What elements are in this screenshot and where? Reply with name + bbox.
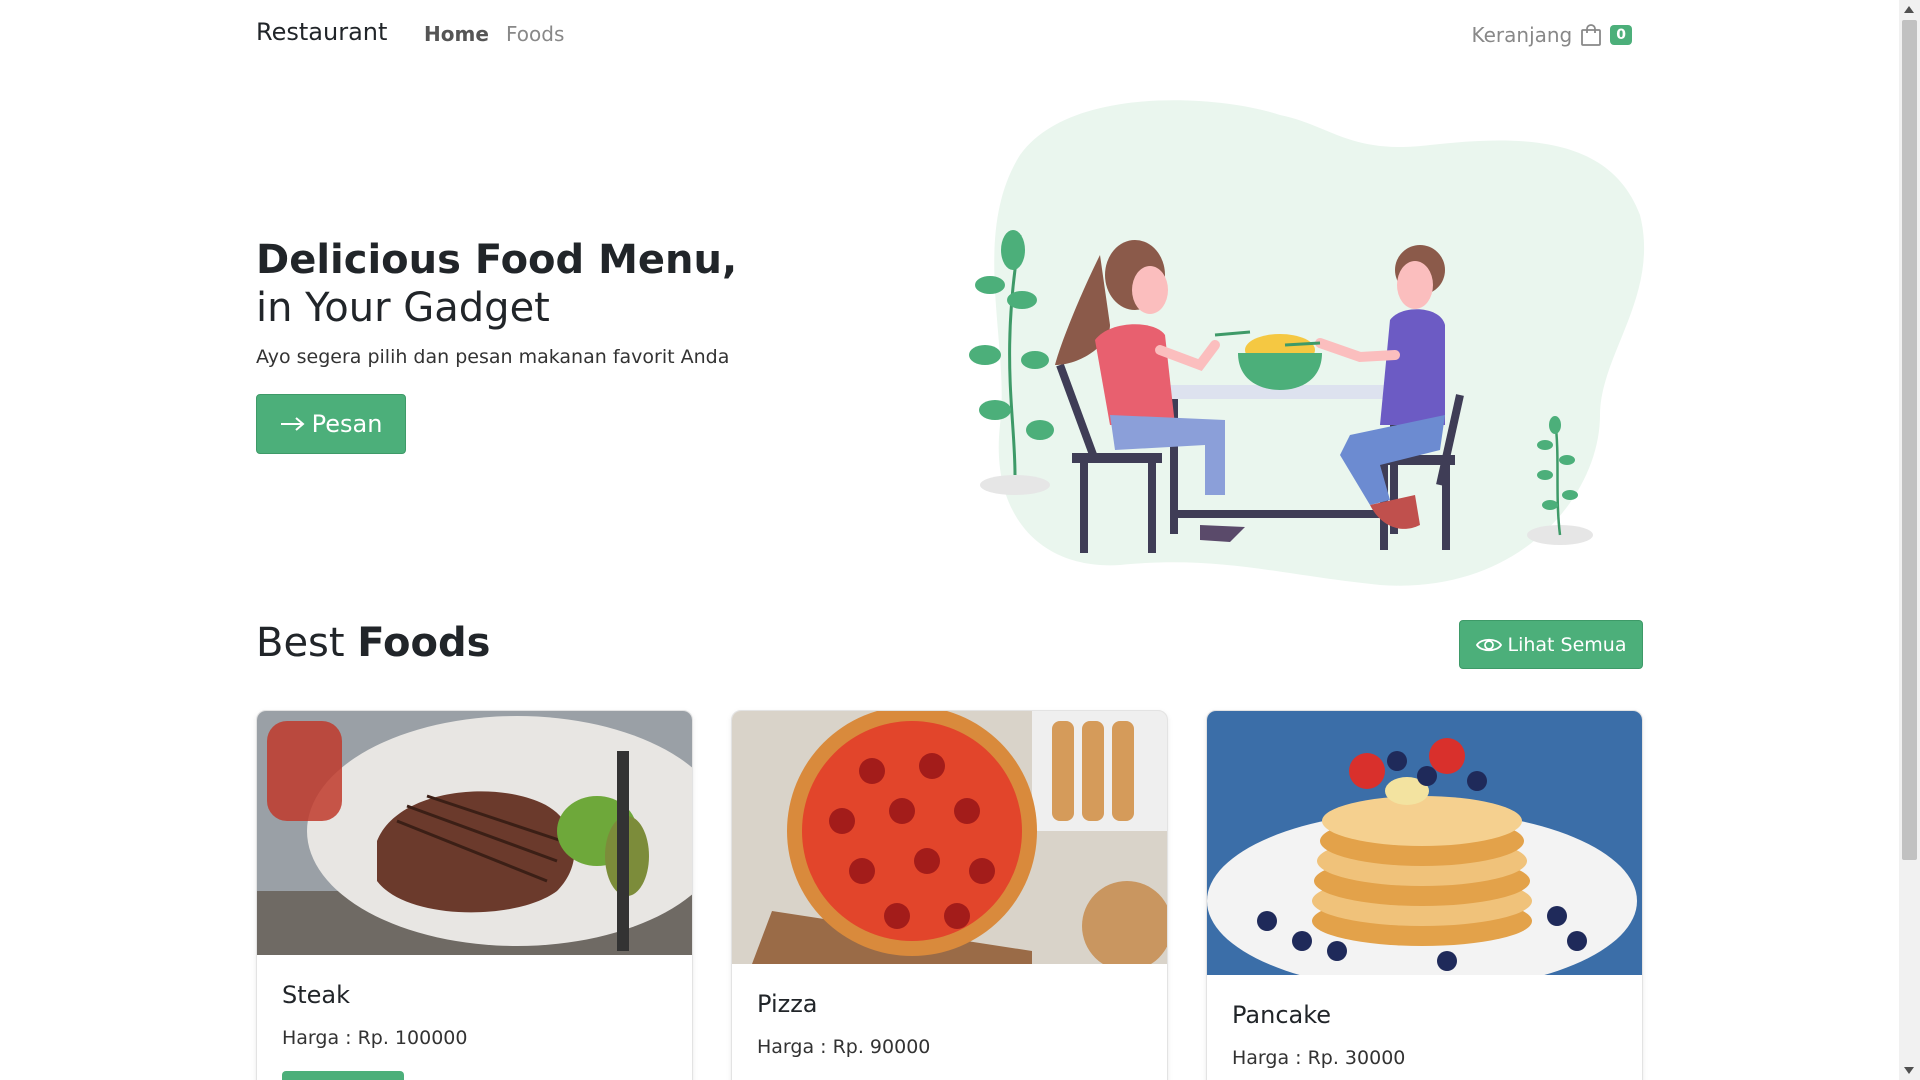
hero-subtitle: in Your Gadget: [256, 285, 550, 331]
hero-title: Delicious Food Menu,: [256, 237, 738, 283]
hero-text: Ayo segera pilih dan pesan makanan favor…: [256, 346, 730, 368]
vertical-scrollbar[interactable]: [1899, 0, 1920, 1080]
food-card-button[interactable]: [282, 1071, 404, 1080]
best-foods-heading: Best Foods: [256, 620, 490, 666]
brand-logo[interactable]: Restaurant: [256, 18, 387, 46]
steak-image: [257, 711, 692, 955]
cart-label: Keranjang: [1471, 23, 1573, 47]
pizza-image: [732, 711, 1167, 964]
navbar: Restaurant Home Foods Keranjang 0: [256, 18, 1644, 52]
best-foods-heading-bold: Foods: [357, 620, 491, 666]
scroll-down-arrow-icon[interactable]: [1904, 1067, 1914, 1074]
food-name: Pizza: [757, 990, 818, 1018]
nav-link-home[interactable]: Home: [424, 22, 489, 46]
food-card-pizza[interactable]: Pizza Harga : Rp. 90000: [731, 710, 1168, 1080]
best-foods-heading-light: Best: [256, 620, 345, 666]
food-price: Harga : Rp. 100000: [282, 1027, 468, 1049]
cart-link[interactable]: Keranjang 0: [1471, 18, 1632, 52]
food-name: Pancake: [1232, 1001, 1332, 1029]
scrollbar-thumb[interactable]: [1902, 20, 1917, 860]
food-card-steak[interactable]: Steak Harga : Rp. 100000: [256, 710, 693, 1080]
view-all-label: Lihat Semua: [1507, 633, 1627, 656]
shopping-bag-icon: [1581, 24, 1602, 46]
food-card-pancake[interactable]: Pancake Harga : Rp. 30000: [1206, 710, 1643, 1080]
eye-icon: [1475, 638, 1502, 651]
dining-couple-illustration: [969, 100, 1645, 586]
food-price: Harga : Rp. 90000: [757, 1036, 931, 1058]
nav-link-foods[interactable]: Foods: [506, 22, 564, 46]
pancake-image: [1207, 711, 1642, 975]
page: Restaurant Home Foods Keranjang 0 Delici…: [0, 0, 1899, 1080]
pesan-button[interactable]: Pesan: [256, 394, 406, 454]
food-name: Steak: [282, 981, 351, 1009]
view-all-button[interactable]: Lihat Semua: [1459, 620, 1643, 669]
food-price: Harga : Rp. 30000: [1232, 1047, 1406, 1069]
cart-count-badge: 0: [1610, 25, 1632, 45]
pesan-button-label: Pesan: [311, 410, 383, 438]
arrow-right-icon: [280, 417, 305, 431]
scroll-up-arrow-icon[interactable]: [1904, 6, 1914, 13]
